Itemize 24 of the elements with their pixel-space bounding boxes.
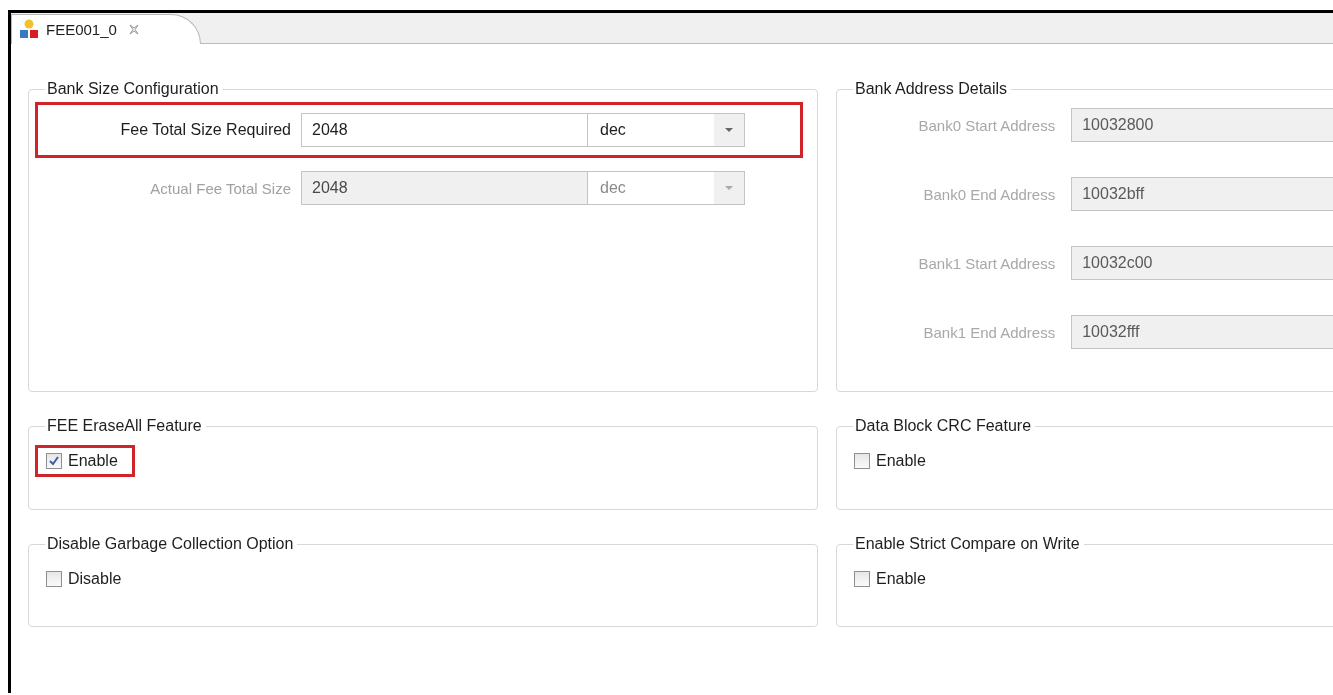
field-label: Bank0 End Address (922, 185, 1056, 203)
group-title: Disable Garbage Collection Option (46, 535, 295, 553)
field-label: Fee Total Size Required (119, 121, 291, 139)
group-title: Bank Size Configuration (46, 80, 220, 98)
enable-checkbox[interactable]: Enable (854, 570, 926, 588)
enable-checkbox[interactable]: Enable (854, 452, 926, 470)
unit-dropdown[interactable]: dec (587, 113, 745, 147)
field-label: Bank1 End Address (922, 323, 1056, 341)
checkmark-icon (48, 455, 60, 467)
enable-checkbox[interactable]: Enable (46, 452, 118, 470)
group-title: Data Block CRC Feature (854, 417, 1033, 435)
group-title: Enable Strict Compare on Write (854, 535, 1081, 553)
field-label: Bank1 Start Address (917, 254, 1056, 272)
group-title: Bank Address Details (854, 80, 1009, 98)
field-label: Bank0 Start Address (917, 116, 1056, 134)
group-title: FEE EraseAll Feature (46, 417, 203, 435)
dropdown-arrow-icon (724, 127, 734, 133)
dropdown-arrow-icon (724, 185, 734, 191)
editor-tab[interactable]: FEE001_0 (11, 14, 201, 44)
field-label: Actual Fee Total Size (149, 179, 291, 197)
close-icon[interactable] (128, 24, 140, 35)
size-field[interactable]: 2048 (301, 113, 589, 147)
enable-checkbox[interactable]: Disable (46, 570, 122, 588)
app-icon (18, 18, 40, 41)
